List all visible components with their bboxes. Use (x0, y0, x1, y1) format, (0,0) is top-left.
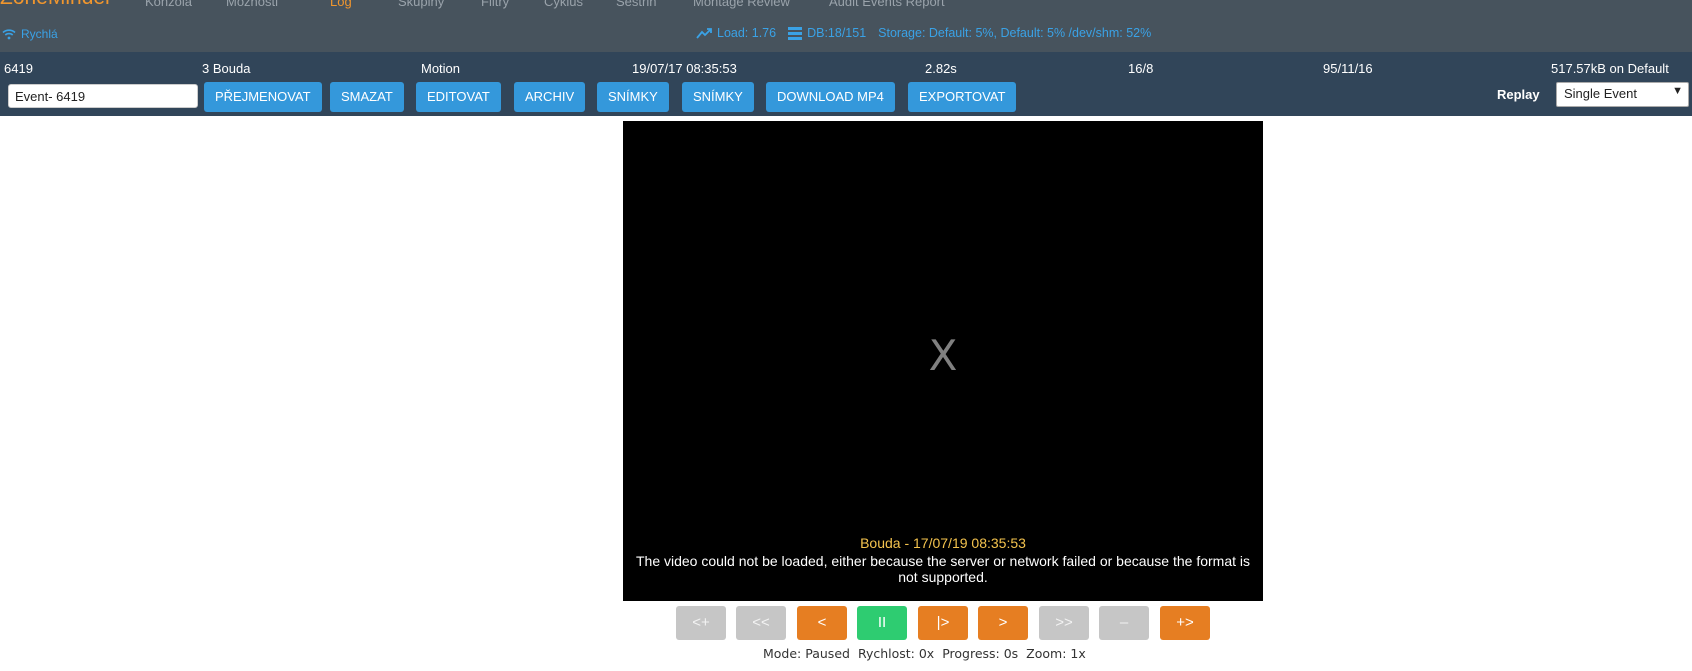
storage-stat: Storage: Default: 5%, Default: 5% /dev/s… (878, 26, 1152, 40)
replay-mode-select[interactable]: Single Event ▼ (1556, 82, 1689, 107)
brand-logo[interactable]: ZoneMinder (0, 0, 112, 10)
event-id: 6419 (4, 61, 33, 76)
stills-button[interactable]: SNÍMKY (682, 82, 754, 112)
step-forward-button[interactable]: > (978, 606, 1028, 640)
event-scores: 95/11/16 (1323, 61, 1373, 76)
rename-button[interactable]: PŘEJMENOVAT (204, 82, 322, 112)
event-frames[interactable]: 16/8 (1128, 61, 1153, 76)
database-icon (788, 26, 803, 40)
event-name-input[interactable] (8, 84, 198, 108)
nav-item-console[interactable]: Konzola (145, 0, 192, 9)
event-header: 6419 3 Bouda Motion 19/07/17 08:35:53 2.… (0, 52, 1692, 116)
progress-status: Progress: 0s (942, 646, 1019, 661)
playback-status: Mode: Paused Rychlost: 0x Progress: 0s Z… (763, 646, 1090, 661)
pause-button[interactable]: II (857, 606, 907, 640)
nav-item-cycle[interactable]: Cyklus (544, 0, 583, 9)
step-back-button[interactable]: < (797, 606, 847, 640)
video-caption: Bouda - 17/07/19 08:35:53 (860, 535, 1026, 551)
system-stats: Load: 1.76 DB:18/151 Storage: Default: 5… (696, 26, 1163, 40)
nav-item-log[interactable]: Log (330, 0, 352, 9)
video-error-icon: X (928, 331, 958, 380)
next-event-button[interactable]: >> (1039, 606, 1089, 640)
nav-item-groups[interactable]: Skupiny (398, 0, 444, 9)
bandwidth-status[interactable]: Rychlá (2, 27, 58, 41)
fast-rewind-button[interactable]: <+ (676, 606, 726, 640)
video-error-message: The video could not be loaded, either be… (633, 553, 1253, 585)
play-button[interactable]: |> (918, 606, 968, 640)
video-player[interactable]: X Bouda - 17/07/19 08:35:53 The video co… (623, 121, 1263, 601)
bandwidth-label: Rychlá (21, 27, 58, 41)
video-error-line: The video could not be loaded, either be… (635, 553, 1251, 569)
top-navbar: ZoneMinder Konzola Možnosti Log Skupiny … (0, 0, 1692, 52)
export-button[interactable]: EXPORTOVAT (908, 82, 1017, 112)
trending-up-icon (696, 28, 712, 39)
replay-selected-value: Single Event (1564, 86, 1637, 101)
event-datetime: 19/07/17 08:35:53 (632, 61, 737, 76)
nav-item-audit-events[interactable]: Audit Events Report (829, 0, 945, 9)
zoom-out-button[interactable]: – (1099, 606, 1149, 640)
dropdown-arrow-icon: ▼ (1672, 85, 1683, 97)
download-mp4-button[interactable]: DOWNLOAD MP4 (766, 82, 895, 112)
replay-label: Replay (1497, 87, 1540, 102)
nav-item-montage[interactable]: Sestřih (616, 0, 656, 9)
archive-button[interactable]: ARCHIV (514, 82, 586, 112)
delete-button[interactable]: SMAZAT (330, 82, 404, 112)
event-monitor[interactable]: 3 Bouda (202, 61, 250, 76)
video-error-line: not supported. (898, 569, 988, 585)
event-cause: Motion (421, 61, 461, 76)
zoom-status: Zoom: 1x (1026, 646, 1086, 661)
wifi-icon (2, 29, 16, 40)
prev-event-button[interactable]: << (736, 606, 786, 640)
event-duration: 2.82s (925, 61, 957, 76)
nav-item-options[interactable]: Možnosti (226, 0, 278, 9)
nav-item-filters[interactable]: Filtry (481, 0, 509, 9)
load-stat: Load: 1.76 (717, 26, 777, 40)
mode-status: Mode: Paused (763, 646, 850, 661)
rate-status: Rychlost: 0x (857, 646, 935, 661)
edit-button[interactable]: EDITOVAT (416, 82, 501, 112)
frames-button[interactable]: SNÍMKY (597, 82, 669, 112)
db-stat: DB:18/151 (807, 26, 867, 40)
event-disk-usage: 517.57kB on Default (1551, 61, 1669, 76)
nav-item-montage-review[interactable]: Montage Review (693, 0, 790, 9)
fast-forward-button[interactable]: +> (1160, 606, 1210, 640)
